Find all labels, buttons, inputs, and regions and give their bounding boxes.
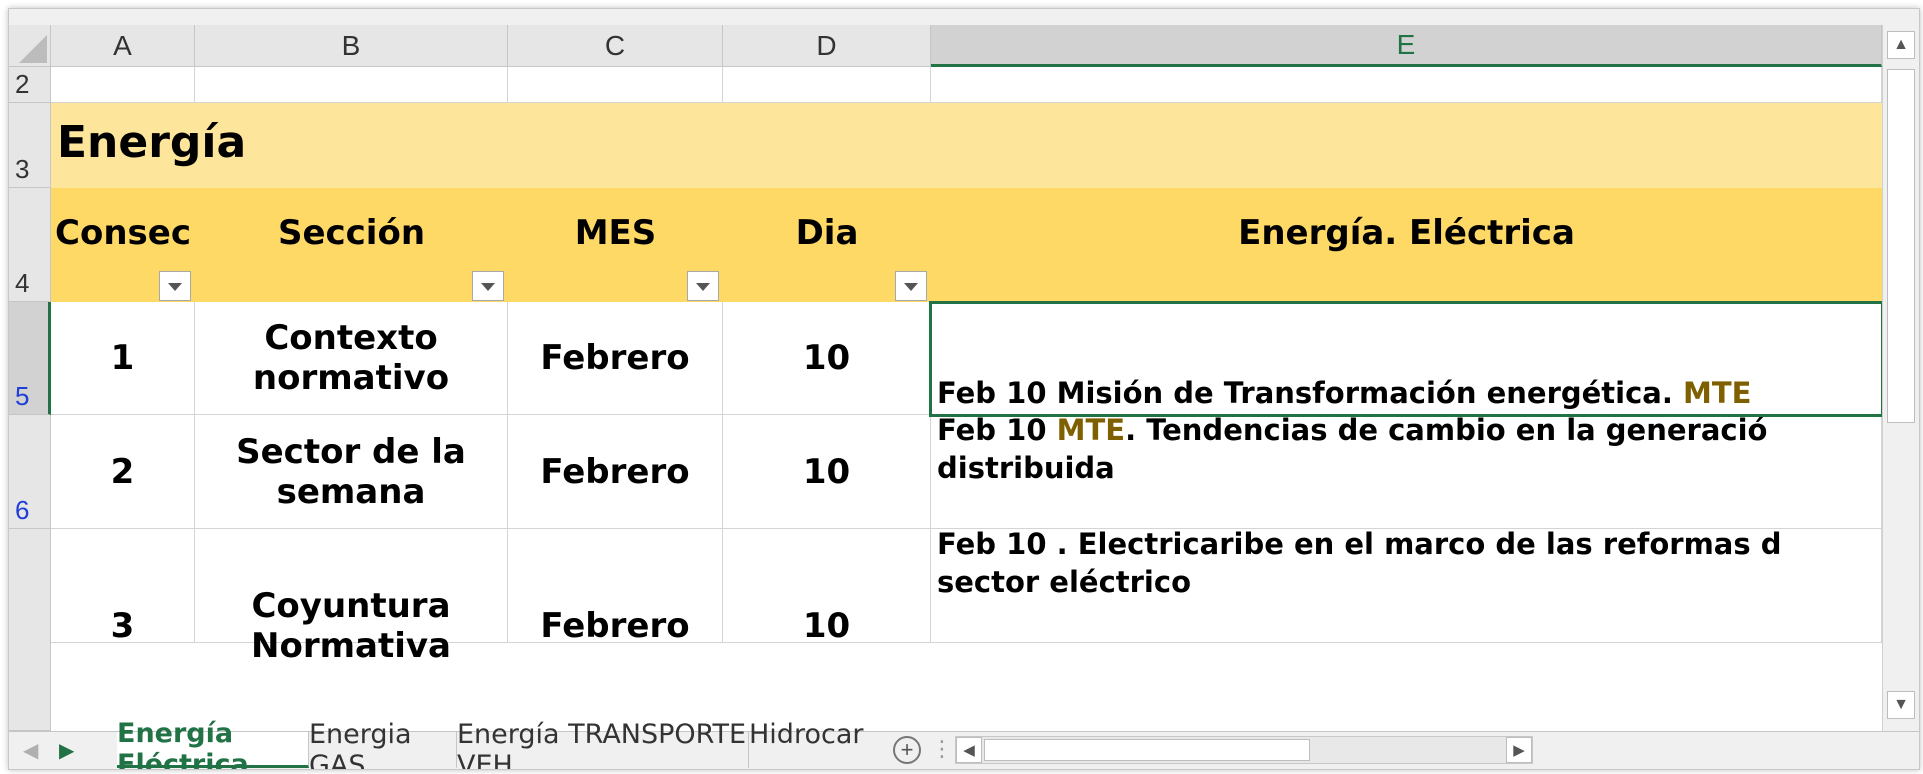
cell-mes-2[interactable]: Febrero bbox=[508, 415, 723, 529]
column-header-c[interactable]: C bbox=[508, 25, 723, 67]
horizontal-scrollbar[interactable]: ◀ ▶ bbox=[955, 736, 1533, 764]
scroll-left-button[interactable]: ◀ bbox=[956, 737, 982, 763]
cell-a2[interactable] bbox=[51, 67, 195, 103]
mte-link-2: MTE bbox=[1056, 413, 1126, 447]
sheet-tab-bar: ◀ ▶ Energía Eléctrica Energia GAS Energí… bbox=[9, 718, 1919, 769]
excel-window: A B C D E 2 3 4 5 6 Energía Consec Secci… bbox=[8, 8, 1920, 770]
vertical-scroll-thumb[interactable] bbox=[1887, 69, 1915, 423]
header-mes: MES bbox=[574, 213, 657, 253]
header-consec: Consec bbox=[55, 213, 191, 253]
cell-mes-3[interactable]: Febrero bbox=[508, 529, 723, 646]
cell-dia-3[interactable]: 10 bbox=[723, 529, 931, 646]
cell-consec-2[interactable]: 2 bbox=[51, 415, 195, 529]
row-header-7[interactable] bbox=[9, 529, 51, 731]
tab-scroll-left-icon[interactable]: ◀ bbox=[23, 738, 38, 763]
triangle-right-icon: ▶ bbox=[1513, 742, 1525, 759]
energia-text-2-main: . Tendencias de cambio en la generació bbox=[1125, 413, 1768, 447]
energia-text-3-line2: sector eléctrico bbox=[937, 565, 1191, 599]
header-seccion: Sección bbox=[277, 213, 426, 253]
vertical-scrollbar[interactable]: ▲ ▼ bbox=[1882, 25, 1919, 731]
row-header-6[interactable]: 6 bbox=[9, 415, 51, 529]
column-e-text-clip: Feb 10 Misión de Transformación energéti… bbox=[931, 302, 1882, 731]
scroll-right-button[interactable]: ▶ bbox=[1506, 737, 1532, 763]
tab-energia-electrica[interactable]: Energía Eléctrica bbox=[117, 718, 309, 769]
cell-b2[interactable] bbox=[195, 67, 508, 103]
triangle-up-icon: ▲ bbox=[1893, 36, 1909, 53]
energia-text-2-prefix: Feb 10 bbox=[937, 413, 1057, 447]
select-all-corner[interactable] bbox=[9, 25, 51, 67]
sheet-title: Energía bbox=[57, 117, 247, 168]
filter-dropdown-dia[interactable] bbox=[895, 271, 927, 301]
select-all-triangle-icon bbox=[19, 35, 47, 63]
title-band bbox=[51, 103, 1882, 188]
scroll-up-button[interactable]: ▲ bbox=[1887, 31, 1915, 59]
cell-consec-3[interactable]: 3 bbox=[51, 529, 195, 646]
cell-d2[interactable] bbox=[723, 67, 931, 103]
filter-dropdown-mes[interactable] bbox=[687, 271, 719, 301]
header-energia-electrica: Energía. Eléctrica bbox=[1238, 213, 1575, 253]
horizontal-scroll-thumb[interactable] bbox=[984, 739, 1310, 761]
mte-link-1: MTE bbox=[1683, 376, 1752, 410]
header-dia: Dia bbox=[795, 213, 859, 253]
tab-splitter-dots-icon[interactable]: ⋮ bbox=[931, 736, 953, 762]
column-header-e[interactable]: E bbox=[931, 25, 1882, 67]
tab-hidrocar[interactable]: Hidrocar ... bbox=[749, 719, 889, 769]
cell-mes-1[interactable]: Febrero bbox=[508, 302, 723, 415]
cell-seccion-2[interactable]: Sector de la semana bbox=[195, 415, 508, 529]
column-header-d[interactable]: D bbox=[723, 25, 931, 67]
cell-seccion-1[interactable]: Contexto normativo bbox=[195, 302, 508, 415]
cell-seccion-3[interactable]: Coyuntura Normativa bbox=[195, 529, 508, 666]
triangle-left-icon: ◀ bbox=[963, 742, 975, 759]
cell-dia-1[interactable]: 10 bbox=[723, 302, 931, 415]
scroll-down-button[interactable]: ▼ bbox=[1887, 691, 1915, 719]
row-header-3[interactable]: 3 bbox=[9, 103, 51, 188]
column-header-b[interactable]: B bbox=[195, 25, 508, 67]
cell-c2[interactable] bbox=[508, 67, 723, 103]
row-header-5[interactable]: 5 bbox=[9, 302, 51, 415]
tab-energia-transporte-veh[interactable]: Energía TRANSPORTE VEH bbox=[457, 719, 749, 769]
cell-consec-1[interactable]: 1 bbox=[51, 302, 195, 415]
add-sheet-icon[interactable]: + bbox=[893, 736, 921, 764]
filter-dropdown-seccion[interactable] bbox=[472, 271, 504, 301]
energia-text-2-line2: distribuida bbox=[937, 451, 1115, 485]
energia-text-1-main: Feb 10 Misión de Transformación energéti… bbox=[937, 376, 1683, 410]
row-header-2[interactable]: 2 bbox=[9, 67, 51, 103]
tab-scroll-right-icon[interactable]: ▶ bbox=[59, 738, 74, 763]
cell-e2[interactable] bbox=[931, 67, 1882, 103]
filter-dropdown-consec[interactable] bbox=[159, 271, 191, 301]
cell-dia-2[interactable]: 10 bbox=[723, 415, 931, 529]
row-header-4[interactable]: 4 bbox=[9, 188, 51, 302]
triangle-down-icon: ▼ bbox=[1893, 696, 1909, 713]
tab-energia-gas[interactable]: Energia GAS bbox=[309, 719, 457, 769]
column-header-a[interactable]: A bbox=[51, 25, 195, 67]
